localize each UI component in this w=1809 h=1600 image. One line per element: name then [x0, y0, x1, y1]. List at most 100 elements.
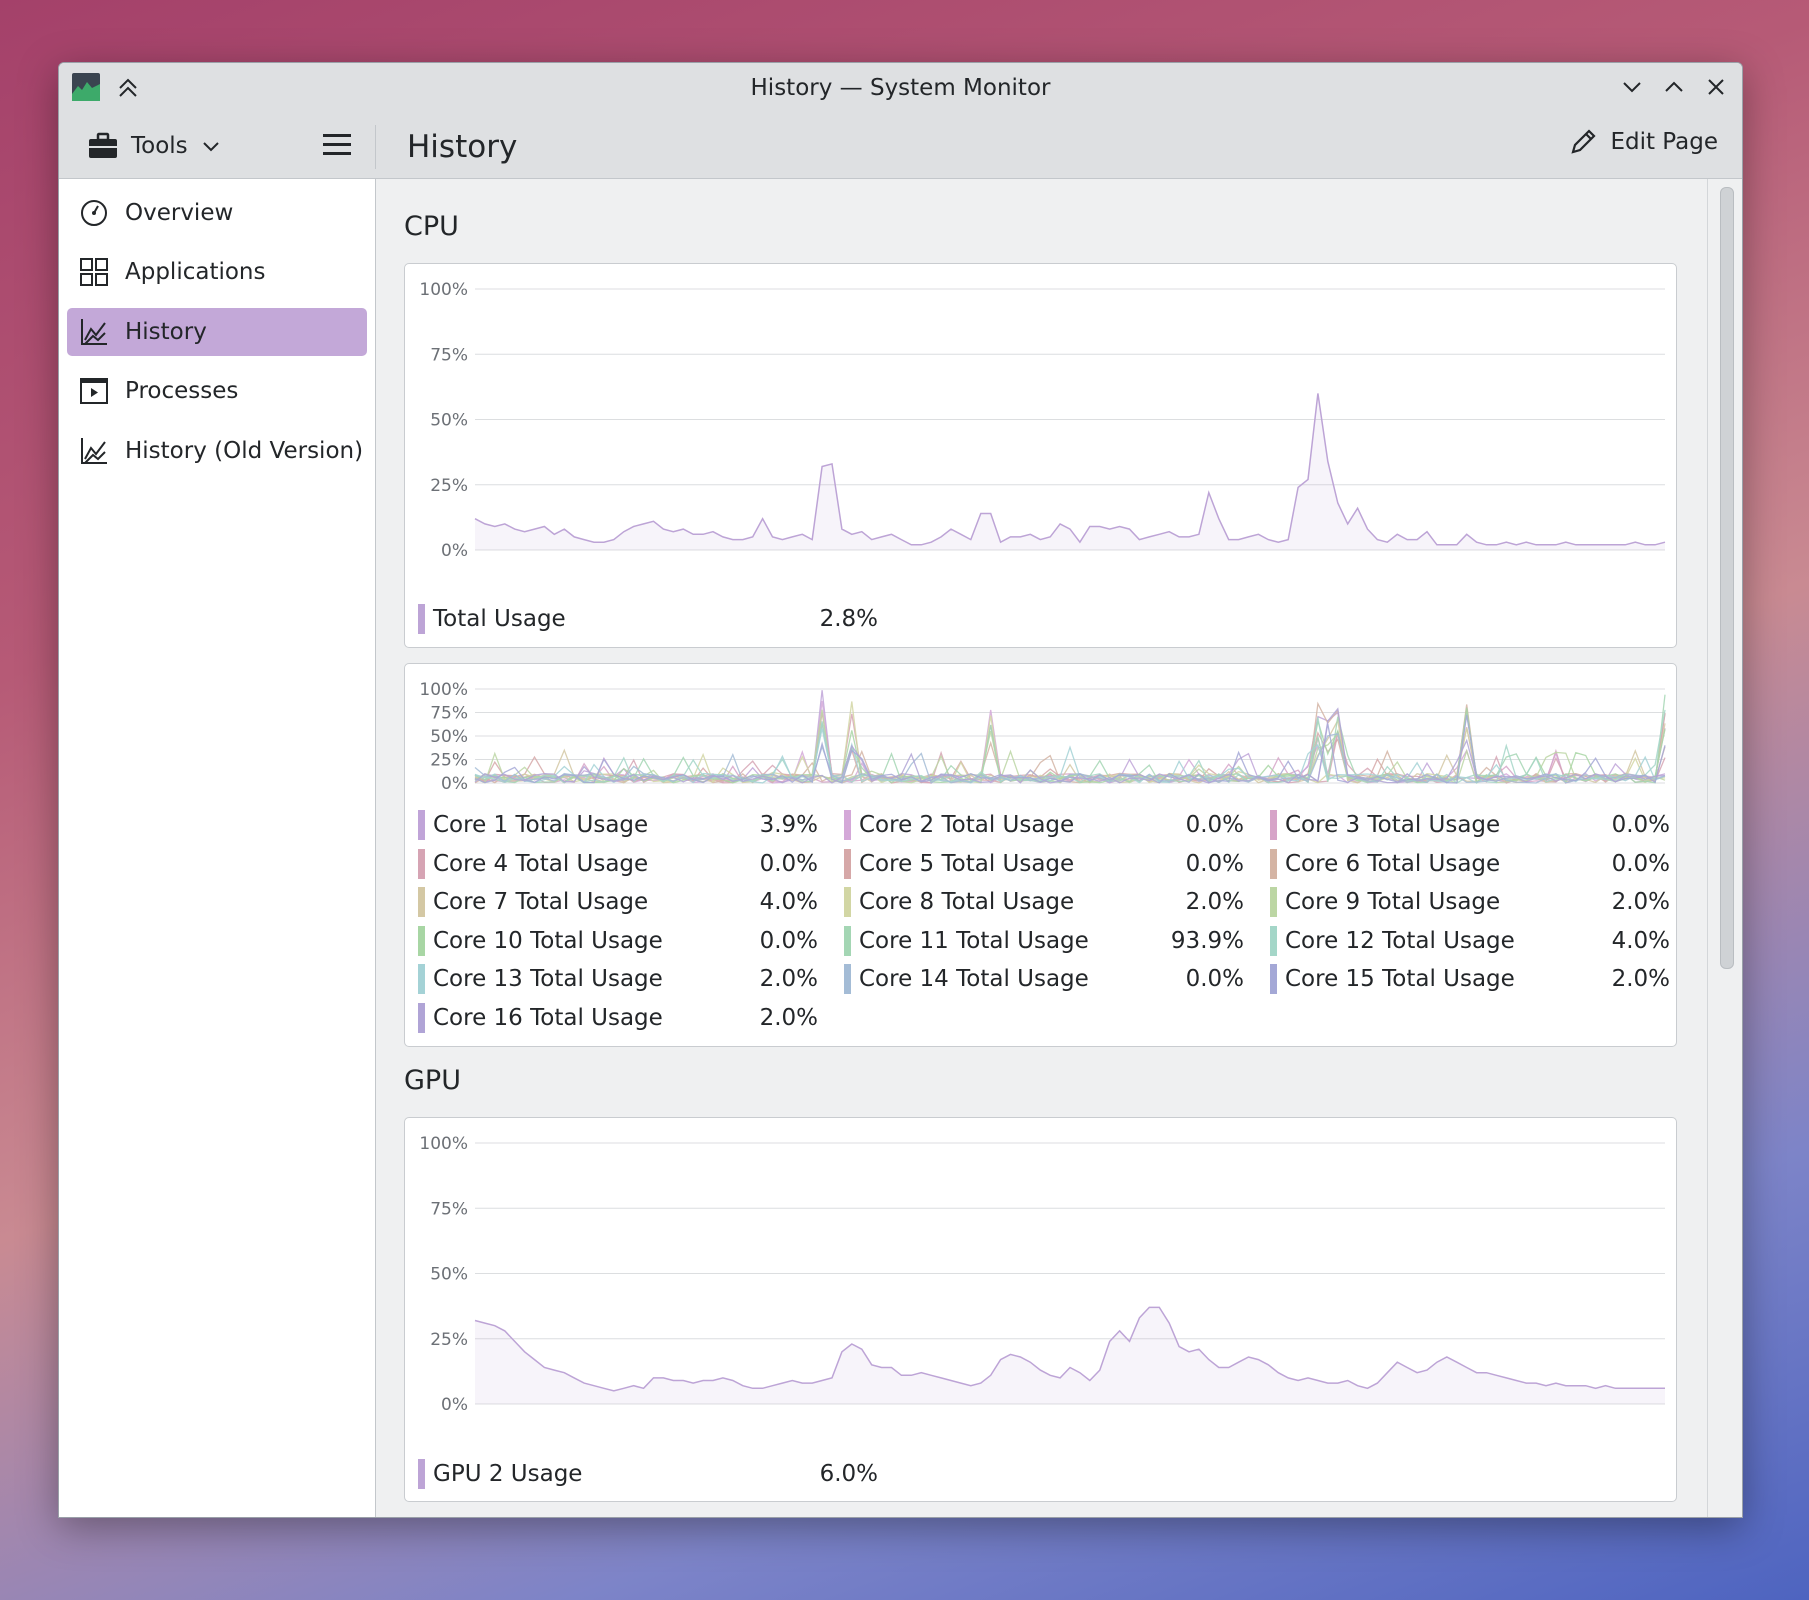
legend-value: 0.0% — [759, 927, 818, 954]
legend-entry: Core 2 Total Usage 0.0% — [844, 809, 1244, 841]
chevron-down-icon — [202, 142, 219, 152]
sidebar-item-history-old[interactable]: History (Old Version) — [67, 427, 367, 475]
series-area — [475, 393, 1665, 550]
legend-swatch — [844, 810, 851, 840]
legend-label: Core 13 Total Usage — [433, 966, 663, 992]
window-title: History — System Monitor — [750, 75, 1051, 101]
legend-swatch — [418, 848, 425, 879]
y-tick-label: 50% — [430, 727, 468, 747]
cpu-total-chart: 100% 75% 50% 25% 0% — [419, 280, 1666, 561]
cpu-section-title: CPU — [404, 211, 459, 242]
main-toolbar: Tools History Edit Page — [59, 113, 1742, 179]
scrollbar-handle[interactable] — [1720, 187, 1734, 969]
series-line — [474, 393, 1666, 546]
legend-value: 4.0% — [1611, 927, 1670, 954]
cpu-cores-card: 100% 75% 50% 25% 0% Core 1 Total Usage 3.9% Co… — [404, 663, 1677, 1047]
legend-swatch — [418, 604, 425, 634]
y-tick-label: 0% — [441, 774, 468, 794]
legend-swatch — [418, 810, 425, 840]
legend-label: Core 16 Total Usage — [433, 1004, 663, 1031]
close-icon[interactable] — [1704, 75, 1728, 99]
legend-swatch — [1270, 925, 1277, 956]
sidebar-item-applications[interactable]: Applications — [67, 248, 367, 296]
legend-value: 0.0% — [1185, 850, 1244, 877]
legend-entry: Core 16 Total Usage 2.0% — [418, 1002, 818, 1034]
y-tick-label: 100% — [419, 680, 468, 700]
hamburger-menu-icon[interactable] — [321, 131, 353, 159]
gpu-section-title: GPU — [404, 1065, 461, 1096]
legend-entry: Core 3 Total Usage 0.0% — [1270, 809, 1670, 841]
legend-value: 2.0% — [1611, 889, 1670, 915]
edit-page-label: Edit Page — [1610, 129, 1718, 155]
scrollbar-track[interactable] — [1707, 179, 1742, 1517]
sidebar-item-label: Applications — [125, 259, 266, 285]
gpu-card: 100% 75% 50% 25% 0% GPU 2 Usage 6.0% — [404, 1117, 1677, 1502]
legend-value: 0.0% — [1611, 812, 1670, 838]
speedometer-icon — [77, 196, 111, 230]
legend-label: Core 3 Total Usage — [1285, 812, 1501, 838]
legend-swatch — [418, 1459, 425, 1489]
tools-label: Tools — [131, 133, 188, 159]
y-tick-label: 100% — [419, 1134, 468, 1154]
y-tick-label: 0% — [441, 1395, 468, 1415]
y-tick-label: 75% — [430, 704, 468, 724]
legend-swatch — [418, 964, 425, 994]
legend-label: Core 15 Total Usage — [1285, 966, 1515, 992]
legend-swatch — [844, 925, 851, 956]
legend-entry: Core 13 Total Usage 2.0% — [418, 963, 818, 995]
title-bar: History — System Monitor — [59, 63, 1742, 113]
legend-entry: Core 12 Total Usage 4.0% — [1270, 925, 1670, 957]
y-tick-label: 25% — [430, 751, 468, 771]
legend-entry: Core 15 Total Usage 2.0% — [1270, 963, 1670, 995]
legend-label: Core 1 Total Usage — [433, 812, 649, 838]
legend-value: 6.0% — [819, 1461, 878, 1487]
minimize-icon[interactable] — [1620, 75, 1644, 99]
y-tick-label: 75% — [430, 345, 468, 365]
legend-entry: Total Usage 2.8% — [418, 603, 878, 635]
legend-entry: Core 5 Total Usage 0.0% — [844, 848, 1244, 880]
legend-value: 0.0% — [1185, 966, 1244, 992]
legend-label: Core 10 Total Usage — [433, 927, 663, 954]
legend-swatch — [418, 1002, 425, 1033]
sidebar-item-overview[interactable]: Overview — [67, 189, 367, 237]
legend-swatch — [418, 925, 425, 956]
core-series-line — [474, 690, 1666, 784]
sidebar: Overview Applications History Processes … — [59, 179, 376, 1517]
page-title: History — [407, 129, 518, 165]
legend-swatch — [1270, 848, 1277, 879]
legend-entry: Core 7 Total Usage 4.0% — [418, 886, 818, 918]
y-tick-label: 0% — [441, 541, 468, 561]
legend-value: 2.8% — [819, 606, 878, 632]
legend-value: 0.0% — [1185, 812, 1244, 838]
core-series-line — [474, 707, 1666, 784]
cpu-total-card: 100% 75% 50% 25% 0% Total Usage 2.8% — [404, 263, 1677, 648]
legend-value: 2.0% — [759, 966, 818, 992]
edit-page-button[interactable]: Edit Page — [1568, 127, 1718, 157]
legend-entry: Core 14 Total Usage 0.0% — [844, 963, 1244, 995]
legend-label: Core 11 Total Usage — [859, 927, 1089, 954]
chart-icon — [77, 434, 111, 468]
legend-value: 4.0% — [759, 889, 818, 915]
y-tick-label: 25% — [430, 476, 468, 496]
y-tick-label: 50% — [430, 1265, 468, 1285]
legend-entry: Core 10 Total Usage 0.0% — [418, 925, 818, 957]
legend-value: 3.9% — [759, 812, 818, 838]
legend-swatch — [844, 848, 851, 879]
chart-icon — [77, 315, 111, 349]
tools-menu-button[interactable]: Tools — [87, 127, 222, 165]
legend-entry: Core 4 Total Usage 0.0% — [418, 848, 818, 880]
maximize-icon[interactable] — [1662, 75, 1686, 99]
legend-swatch — [844, 887, 851, 917]
cpu-cores-chart: 100% 75% 50% 25% 0% — [419, 680, 1666, 794]
legend-label: Core 4 Total Usage — [433, 850, 649, 877]
sidebar-item-label: History (Old Version) — [125, 438, 364, 464]
legend-entry: Core 11 Total Usage 93.9% — [844, 925, 1244, 957]
y-tick-label: 25% — [430, 1330, 468, 1350]
sidebar-item-history[interactable]: History — [67, 308, 367, 356]
legend-value: 2.0% — [759, 1004, 818, 1031]
legend-value: 0.0% — [759, 850, 818, 877]
toolbox-icon — [89, 132, 117, 158]
pencil-icon — [1571, 129, 1597, 154]
legend-label: Core 14 Total Usage — [859, 966, 1089, 992]
sidebar-item-processes[interactable]: Processes — [67, 367, 367, 415]
